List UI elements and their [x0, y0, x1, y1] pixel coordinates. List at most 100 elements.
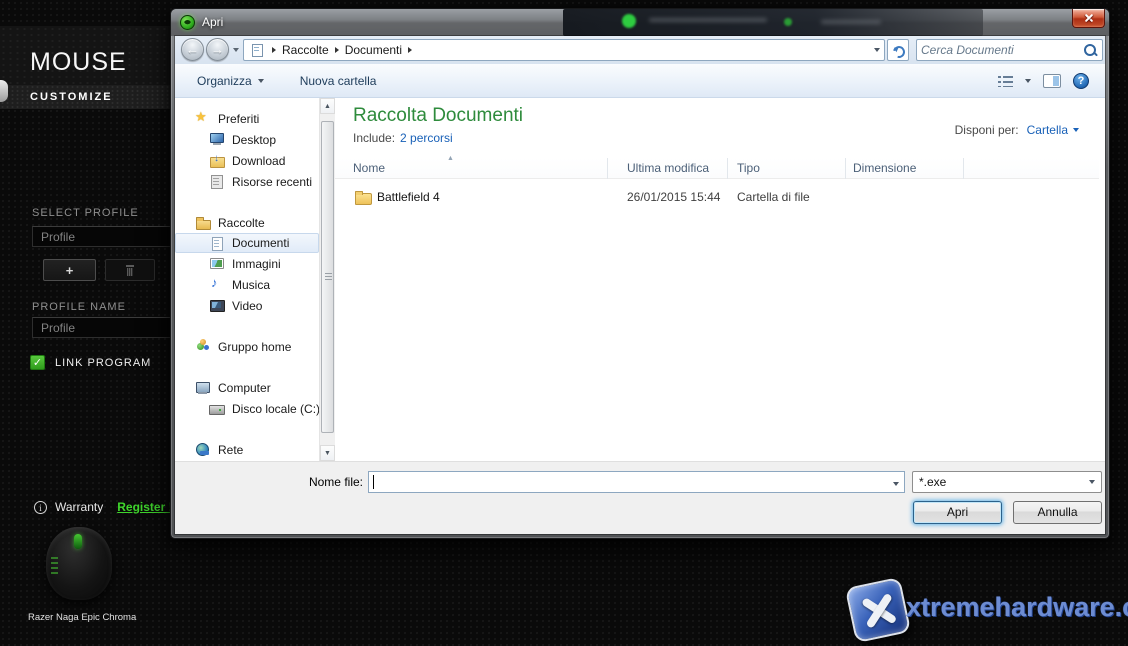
- network-icon: [195, 442, 211, 457]
- breadcrumb-item-documenti[interactable]: Documenti: [345, 43, 402, 57]
- dialog-content: Preferiti Desktop Download Risorse recen…: [175, 98, 1105, 461]
- column-header-tipo[interactable]: Tipo: [737, 161, 760, 175]
- select-profile-label: SELECT PROFILE: [32, 207, 139, 219]
- trash-icon: [125, 265, 135, 276]
- open-button[interactable]: Apri: [913, 501, 1002, 524]
- dialog-footer: Nome file: *.exe Apri Annulla: [175, 461, 1105, 534]
- filename-label: Nome file:: [303, 475, 363, 489]
- cancel-button[interactable]: Annulla: [1013, 501, 1102, 524]
- sidebar-item-rete[interactable]: Rete: [175, 439, 319, 460]
- razer-app-icon: [180, 15, 195, 30]
- hard-drive-icon: [209, 401, 225, 416]
- link-program-label: LINK PROGRAM: [55, 357, 151, 369]
- warranty-row: Warranty Register !: [34, 500, 173, 514]
- sidebar-item-gruppo-home[interactable]: Gruppo home: [175, 336, 319, 357]
- status-dot-small: [784, 18, 792, 26]
- file-list-pane: Raccolta Documenti Include:2 percorsi Di…: [335, 98, 1105, 461]
- column-separator[interactable]: [727, 158, 728, 179]
- breadcrumb-arrow-icon[interactable]: [408, 47, 412, 53]
- tab-notch: [0, 80, 8, 102]
- include-locations-link[interactable]: 2 percorsi: [400, 131, 453, 145]
- new-folder-button[interactable]: Nuova cartella: [290, 69, 387, 93]
- breadcrumb-item-raccolte[interactable]: Raccolte: [282, 43, 329, 57]
- refresh-icon: [891, 43, 905, 57]
- filename-dropdown-icon[interactable]: [888, 475, 904, 489]
- column-header-nome[interactable]: Nome: [353, 161, 385, 175]
- tab-customize[interactable]: CUSTOMIZE: [0, 85, 170, 109]
- change-view-icon[interactable]: [998, 75, 1013, 87]
- sidebar-item-label: Disco locale (C:): [232, 402, 319, 416]
- back-button[interactable]: [181, 38, 204, 61]
- profile-name-input[interactable]: Profile: [32, 317, 178, 338]
- sidebar-item-documenti-selected[interactable]: Documenti: [175, 233, 319, 253]
- scroll-up-icon[interactable]: ▲: [320, 98, 335, 114]
- delete-profile-button[interactable]: [105, 259, 155, 281]
- sidebar-item-risorse-recenti[interactable]: Risorse recenti: [175, 171, 319, 192]
- status-dot-green: [622, 14, 636, 28]
- search-input[interactable]: [921, 43, 1083, 57]
- recent-places-icon: [209, 174, 225, 189]
- breadcrumb[interactable]: Raccolte Documenti: [243, 39, 885, 61]
- breadcrumb-arrow-icon[interactable]: [272, 47, 276, 53]
- sidebar-item-computer[interactable]: Computer: [175, 377, 319, 398]
- xtremehardware-watermark: xtremehardware.com: [906, 592, 1128, 623]
- sidebar-item-label: Risorse recenti: [232, 175, 312, 189]
- file-name[interactable]: Battlefield 4: [377, 190, 440, 204]
- blurred-text-blob: [649, 18, 767, 22]
- arrange-value[interactable]: Cartella: [1027, 123, 1068, 137]
- sidebar-item-label: Computer: [218, 381, 271, 395]
- filename-input[interactable]: [374, 475, 888, 489]
- link-program-row: ✓ LINK PROGRAM: [30, 355, 151, 370]
- arrange-by[interactable]: Disponi per: Cartella: [955, 123, 1079, 137]
- column-separator[interactable]: [845, 158, 846, 179]
- column-headers: Nome Ultima modifica Tipo Dimensione: [335, 158, 1099, 179]
- sidebar-item-preferiti[interactable]: Preferiti: [175, 108, 319, 129]
- preview-pane-icon[interactable]: [1043, 74, 1061, 88]
- table-row[interactable]: Battlefield 4 26/01/2015 15:44 Cartella …: [335, 185, 1099, 209]
- sidebar-item-video[interactable]: Video: [175, 295, 319, 316]
- monitor-icon: [209, 132, 225, 147]
- sidebar-item-label: Rete: [218, 443, 243, 457]
- close-button[interactable]: [1072, 9, 1105, 28]
- refresh-button[interactable]: [887, 39, 909, 61]
- column-header-dimensione[interactable]: Dimensione: [853, 161, 916, 175]
- profile-name-label: PROFILE NAME: [32, 301, 126, 313]
- music-note-icon: [209, 277, 225, 292]
- register-link[interactable]: Register !: [117, 500, 172, 514]
- address-dropdown-icon[interactable]: [874, 48, 880, 52]
- file-type: Cartella di file: [737, 190, 810, 204]
- sidebar-item-raccolte[interactable]: Raccolte: [175, 212, 319, 233]
- history-dropdown-icon[interactable]: [233, 48, 239, 52]
- sidebar-item-download[interactable]: Download: [175, 150, 319, 171]
- warranty-label[interactable]: Warranty: [55, 500, 103, 514]
- breadcrumb-arrow-icon[interactable]: [335, 47, 339, 53]
- sidebar-scrollbar[interactable]: ▲ ▼: [319, 98, 335, 461]
- link-program-checkbox[interactable]: ✓: [30, 355, 45, 370]
- dialog-title: Apri: [202, 9, 223, 35]
- sidebar-item-immagini[interactable]: Immagini: [175, 253, 319, 274]
- razer-mouse-image: [46, 527, 112, 600]
- command-toolbar: Organizza Nuova cartella: [175, 64, 1105, 98]
- sidebar-item-label: Immagini: [232, 257, 281, 271]
- sidebar-item-desktop[interactable]: Desktop: [175, 129, 319, 150]
- profile-select[interactable]: Profile: [32, 226, 178, 247]
- organize-button[interactable]: Organizza: [187, 69, 274, 93]
- column-header-ultima-modifica[interactable]: Ultima modifica: [627, 161, 709, 175]
- search-icon[interactable]: [1083, 43, 1098, 58]
- document-icon: [209, 236, 225, 251]
- add-profile-button[interactable]: +: [43, 259, 96, 281]
- forward-button[interactable]: [206, 38, 229, 61]
- column-separator[interactable]: [607, 158, 608, 179]
- dialog-titlebar[interactable]: Apri: [171, 9, 1109, 36]
- info-icon: [34, 501, 47, 514]
- view-dropdown-icon[interactable]: [1025, 79, 1031, 83]
- sidebar-item-musica[interactable]: Musica: [175, 274, 319, 295]
- column-separator[interactable]: [963, 158, 964, 179]
- scroll-down-icon[interactable]: ▼: [320, 445, 335, 461]
- sidebar-item-disco-locale[interactable]: Disco locale (C:): [175, 398, 319, 419]
- file-modified: 26/01/2015 15:44: [627, 190, 720, 204]
- filetype-dropdown[interactable]: *.exe: [912, 471, 1102, 493]
- download-folder-icon: [209, 153, 225, 168]
- help-icon[interactable]: [1073, 73, 1089, 89]
- scrollbar-thumb[interactable]: [321, 121, 334, 433]
